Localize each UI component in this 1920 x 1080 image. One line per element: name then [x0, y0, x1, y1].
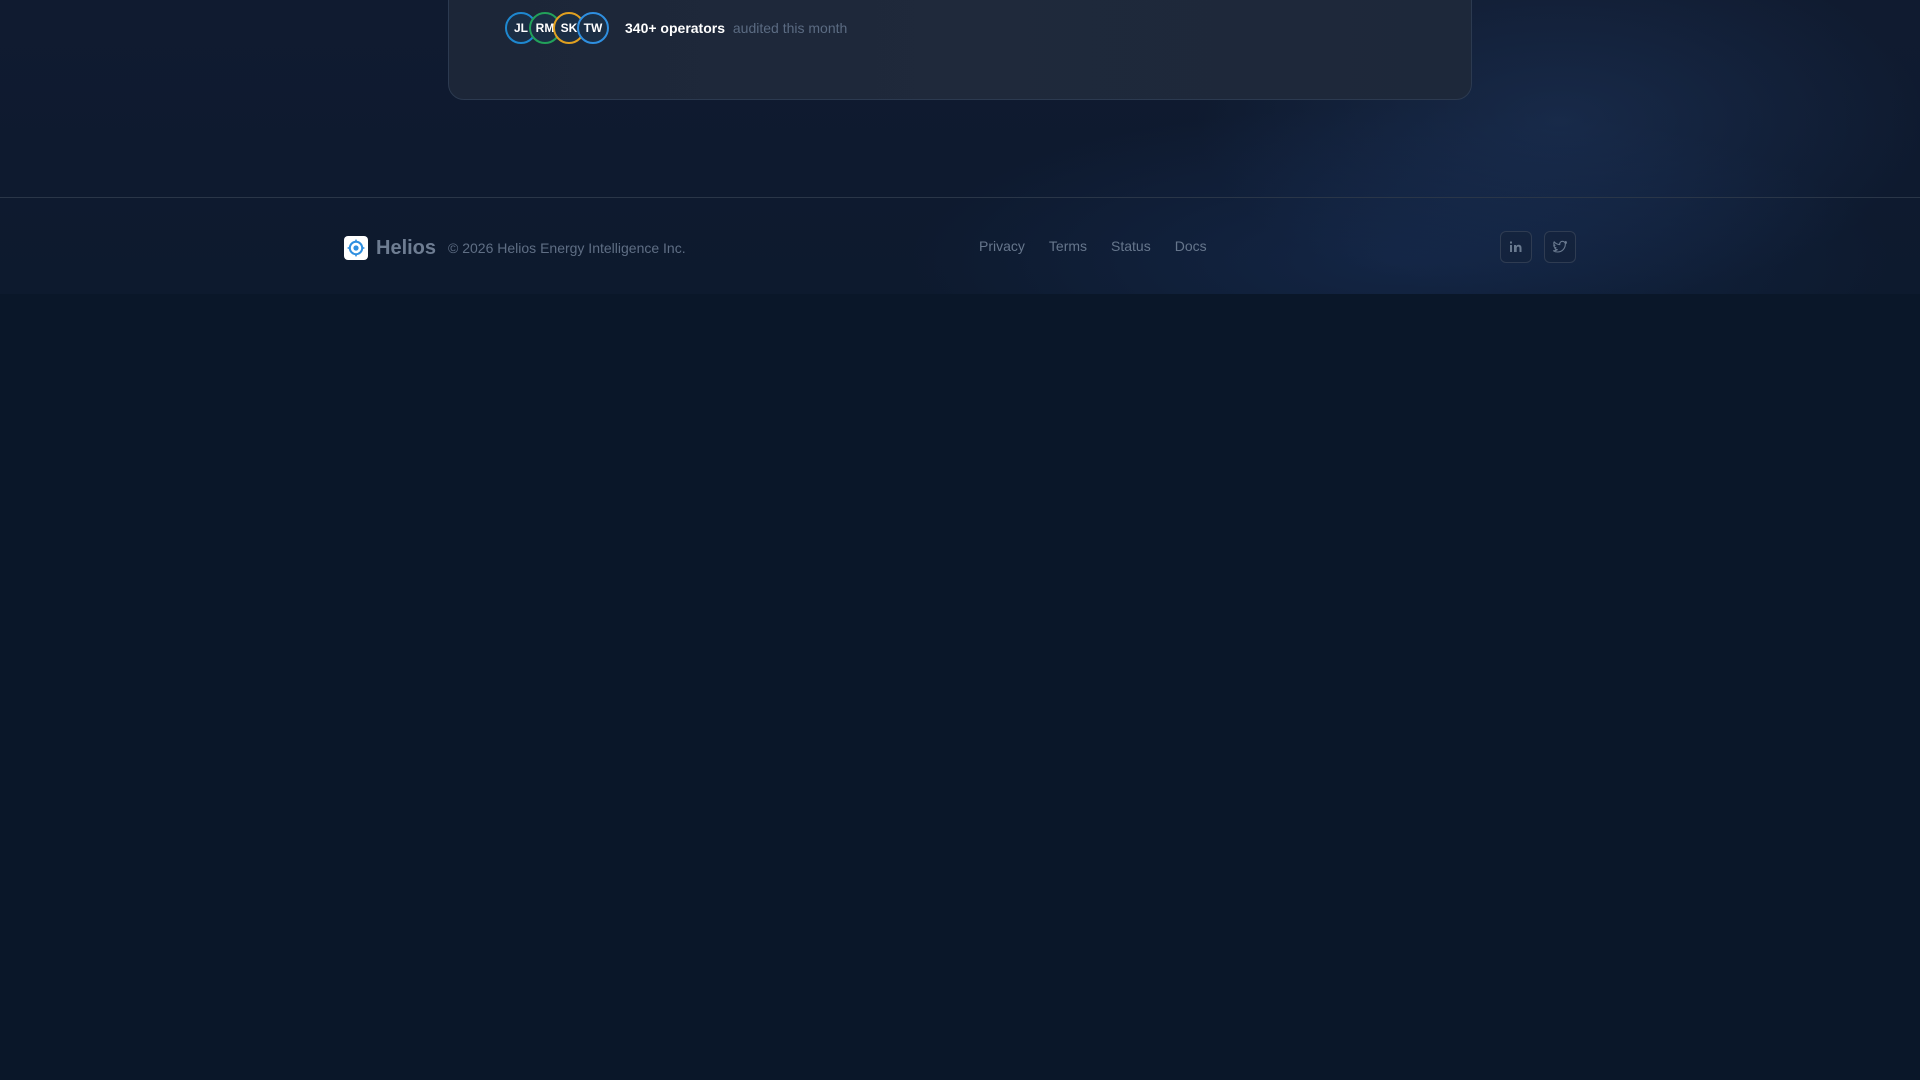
social-proof: JL RM SK TW 340+ operators audited this …: [505, 11, 847, 45]
brand-name[interactable]: Helios: [376, 237, 436, 260]
operator-count-suffix: audited this month: [732, 20, 848, 36]
avatar-stack: JL RM SK TW: [505, 12, 609, 44]
footer-link-terms[interactable]: Terms: [1049, 238, 1087, 254]
linkedin-button[interactable]: [1500, 231, 1532, 263]
footer-link-docs[interactable]: Docs: [1175, 238, 1207, 254]
copyright-text: © 2026 Helios Energy Intelligence Inc.: [448, 240, 686, 256]
linkedin-icon: [1510, 241, 1522, 252]
social-links: [1500, 231, 1576, 263]
footer-nav: Privacy Terms Status Docs: [979, 238, 1207, 254]
footer-link-privacy[interactable]: Privacy: [979, 238, 1025, 254]
site-footer: Helios © 2026 Helios Energy Intelligence…: [0, 197, 1920, 294]
avatar: TW: [577, 12, 609, 44]
social-proof-text: 340+ operators audited this month: [625, 20, 847, 36]
footer-brand: Helios © 2026 Helios Energy Intelligence…: [344, 235, 686, 261]
operator-count: 340+ operators: [625, 20, 725, 36]
footer-link-status[interactable]: Status: [1111, 238, 1151, 254]
twitter-icon: [1552, 240, 1568, 253]
top-section: JL RM SK TW 340+ operators audited this …: [0, 0, 1920, 294]
helios-logo-icon[interactable]: [344, 236, 368, 260]
twitter-button[interactable]: [1544, 231, 1576, 263]
page: JL RM SK TW 340+ operators audited this …: [0, 0, 1920, 1080]
